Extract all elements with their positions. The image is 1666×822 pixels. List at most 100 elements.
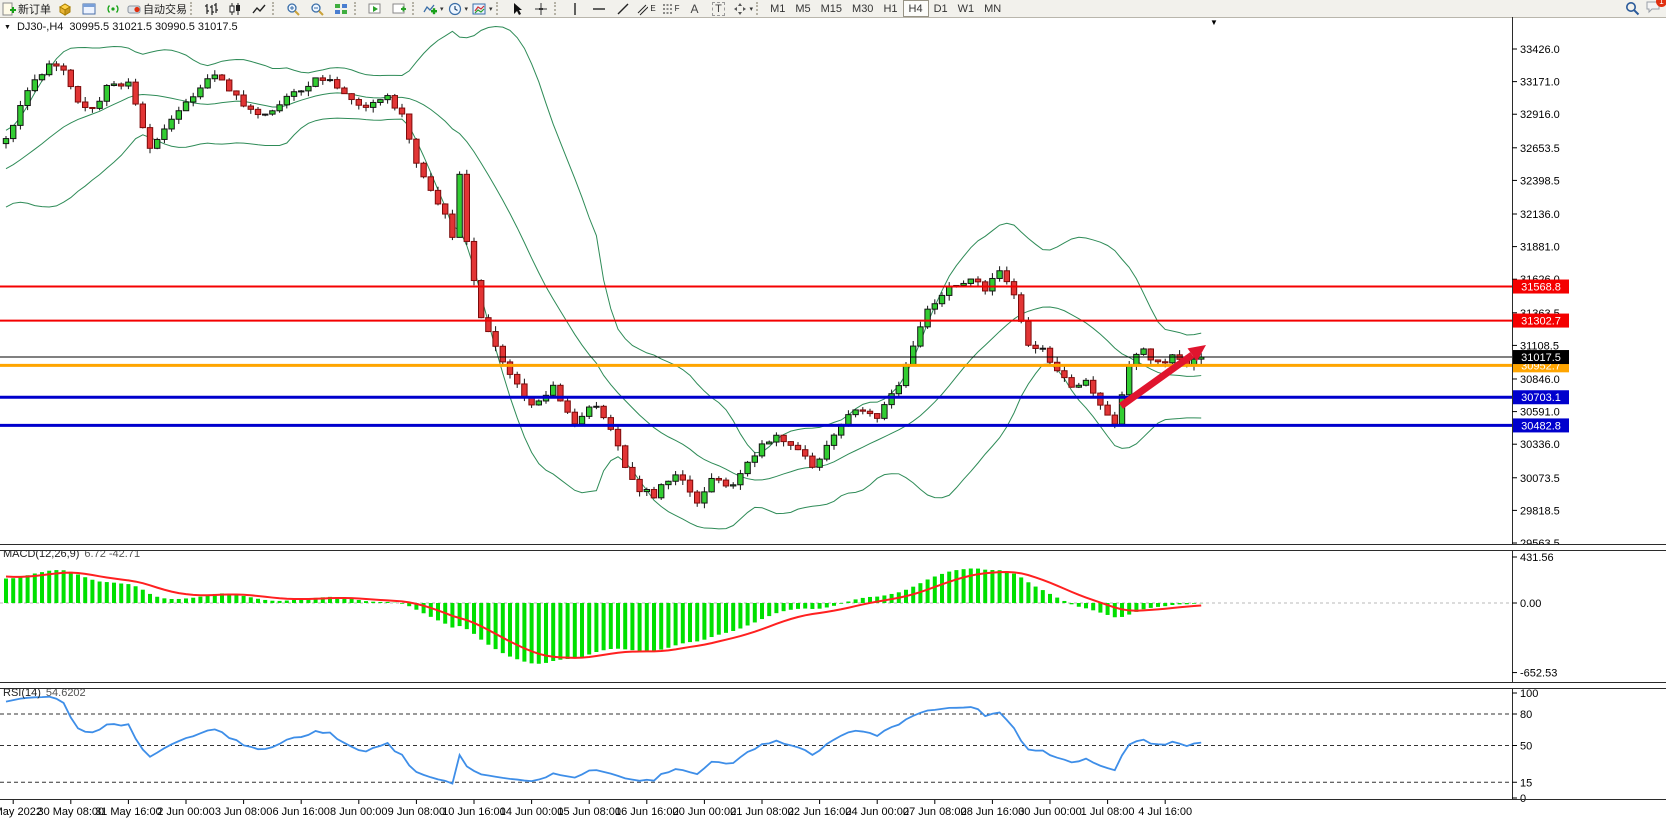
candle — [32, 80, 37, 91]
time-axis[interactable] — [0, 800, 1512, 822]
candle — [169, 119, 174, 129]
candle — [795, 445, 800, 449]
candle — [1163, 362, 1168, 363]
candle — [846, 415, 851, 425]
candle — [435, 190, 440, 204]
candle — [990, 278, 995, 290]
candle — [695, 492, 700, 503]
candle — [407, 114, 412, 139]
candle — [615, 429, 620, 445]
candle — [363, 105, 368, 107]
candles-layer[interactable] — [3, 60, 1204, 508]
candle — [788, 442, 793, 446]
candle — [1004, 271, 1009, 282]
candle — [320, 78, 325, 81]
candle — [241, 95, 246, 106]
candle — [191, 97, 196, 102]
macd-histogram — [6, 569, 1201, 664]
candle — [1170, 355, 1175, 363]
candle — [493, 332, 498, 347]
candle — [1040, 348, 1045, 349]
candle — [263, 114, 268, 115]
candle — [579, 416, 584, 424]
candle — [1148, 349, 1153, 360]
candle — [25, 91, 30, 106]
candle — [968, 279, 973, 283]
candle — [414, 139, 419, 163]
candle — [630, 467, 635, 479]
candle — [680, 475, 685, 480]
symbol-dropdown-icon[interactable]: ▼ — [4, 24, 11, 31]
candle — [651, 490, 656, 498]
candle — [507, 362, 512, 375]
candle — [133, 82, 138, 104]
candle — [903, 364, 908, 385]
candle — [104, 85, 109, 101]
candle — [1134, 354, 1139, 365]
candle — [47, 64, 52, 75]
candle — [457, 174, 462, 237]
candle — [911, 346, 916, 364]
candle — [565, 401, 570, 412]
candle — [212, 75, 217, 79]
candle — [803, 450, 808, 456]
candle — [277, 105, 282, 111]
candle — [637, 479, 642, 491]
bollinger-upper-band — [6, 27, 1201, 453]
panel-splitter-rsi[interactable] — [0, 682, 1666, 689]
candle — [1019, 295, 1024, 322]
candle — [198, 88, 203, 97]
candle — [572, 412, 577, 424]
candle — [1112, 415, 1117, 424]
candle — [126, 82, 131, 86]
chart-shift-marker[interactable]: ▼ — [1210, 18, 1218, 27]
candle — [551, 385, 556, 395]
candle — [752, 456, 757, 462]
candle — [702, 492, 707, 503]
candle — [975, 279, 980, 282]
candle — [464, 174, 469, 241]
candle — [860, 410, 865, 411]
candle — [306, 86, 311, 90]
ohlc-values: 30995.5 31021.5 30990.5 31017.5 — [69, 21, 237, 33]
candle — [817, 459, 822, 467]
panel-splitter-macd[interactable] — [0, 544, 1666, 551]
candle — [759, 444, 764, 456]
candle — [522, 384, 527, 398]
candle — [39, 75, 44, 80]
candle — [745, 462, 750, 473]
candle — [392, 96, 397, 108]
candle — [147, 128, 152, 149]
candle — [1033, 345, 1038, 348]
chart-header: ▼ DJ30-,H4 30995.5 31021.5 30990.5 31017… — [4, 21, 238, 33]
candle — [1127, 365, 1132, 395]
candle — [781, 435, 786, 441]
candle — [925, 309, 930, 327]
candle — [162, 129, 167, 139]
candle — [443, 204, 448, 214]
candle — [601, 406, 606, 417]
candle — [1076, 385, 1081, 387]
candle — [623, 446, 628, 468]
candle — [399, 108, 404, 114]
candle — [500, 346, 505, 362]
candle — [961, 283, 966, 285]
candle — [947, 286, 952, 295]
candle — [1155, 360, 1160, 362]
candle — [471, 241, 476, 280]
candle — [299, 91, 304, 92]
candle — [896, 386, 901, 394]
candle — [716, 478, 721, 480]
candle — [450, 214, 455, 237]
candle — [3, 139, 8, 144]
price-axis[interactable] — [1513, 17, 1666, 799]
chart-canvas[interactable]: 33426.033171.032916.032653.532398.532136… — [0, 0, 1666, 822]
candle — [587, 407, 592, 416]
candle — [140, 104, 145, 128]
candle — [997, 271, 1002, 279]
candle — [313, 78, 318, 87]
candle — [673, 475, 678, 481]
candle — [18, 106, 23, 126]
candle — [1069, 378, 1074, 388]
candle — [385, 96, 390, 100]
